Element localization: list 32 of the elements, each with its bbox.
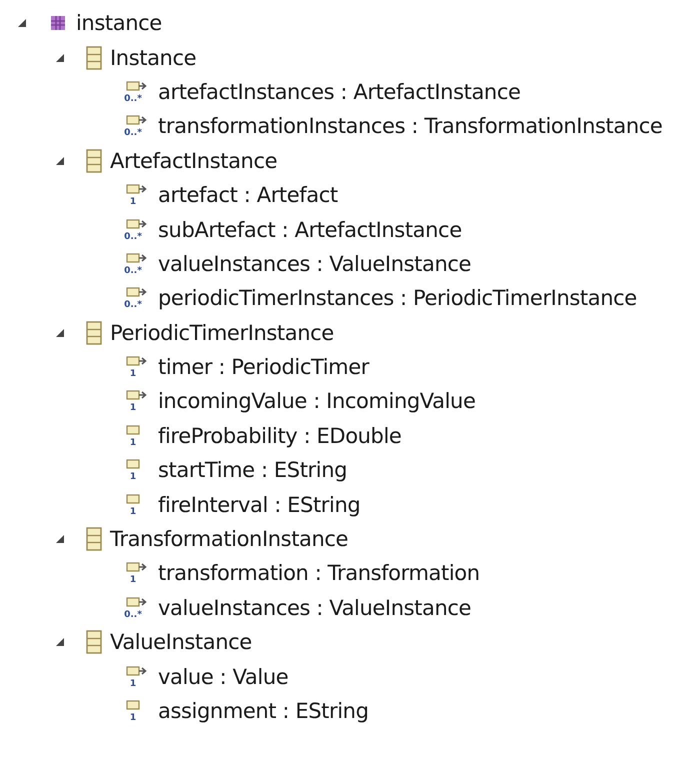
collapse-arrow-icon[interactable] bbox=[55, 328, 65, 338]
tree-item-label[interactable]: instance bbox=[76, 11, 162, 36]
tree-item-label[interactable]: timer : PeriodicTimer bbox=[158, 355, 369, 380]
tree-item-label[interactable]: incomingValue : IncomingValue bbox=[158, 389, 476, 414]
tree-item-label[interactable]: fireProbability : EDouble bbox=[158, 424, 402, 448]
tree-item-label[interactable]: periodicTimerInstances : PeriodicTimerInstance bbox=[158, 286, 637, 310]
collapse-arrow-icon[interactable] bbox=[55, 156, 65, 166]
collapse-arrow-icon[interactable] bbox=[55, 52, 65, 63]
tree-item-label[interactable]: valueInstances : ValueInstance bbox=[158, 252, 472, 276]
tree-item-label[interactable]: value : Value bbox=[158, 664, 288, 689]
tree-item-label[interactable]: Instance bbox=[110, 46, 196, 70]
tree-item-label[interactable]: transformation : Transformation bbox=[158, 561, 480, 586]
tree-item-label[interactable]: transformationInstances : TransformationInstance bbox=[158, 114, 662, 138]
tree-item-label[interactable]: PeriodicTimerInstance bbox=[110, 320, 334, 345]
tree-item-label[interactable]: valueInstances : ValueInstance bbox=[158, 596, 472, 620]
tree-item-label[interactable]: artefact : Artefact bbox=[158, 183, 338, 208]
tree-item-label[interactable]: startTime : EString bbox=[158, 458, 348, 482]
tree-item-label[interactable]: ArtefactInstance bbox=[110, 148, 278, 173]
tree-item-label[interactable]: fireInterval : EString bbox=[158, 492, 360, 517]
tree-item-label[interactable]: subArtefact : ArtefactInstance bbox=[158, 218, 462, 242]
class-icon bbox=[86, 148, 102, 173]
class-icon bbox=[86, 527, 102, 552]
class-icon bbox=[86, 46, 102, 70]
tree-item-label[interactable]: artefactInstances : ArtefactInstance bbox=[158, 80, 521, 104]
tree-item-label[interactable]: assignment : EString bbox=[158, 699, 369, 723]
class-icon bbox=[86, 320, 102, 345]
tree-item-label[interactable]: ValueInstance bbox=[110, 630, 252, 654]
collapse-arrow-icon[interactable] bbox=[55, 637, 65, 648]
tree-item-label[interactable]: TransformationInstance bbox=[110, 527, 348, 552]
collapse-arrow-icon[interactable] bbox=[55, 534, 65, 544]
class-icon bbox=[86, 630, 102, 654]
collapse-arrow-icon[interactable] bbox=[17, 18, 27, 28]
